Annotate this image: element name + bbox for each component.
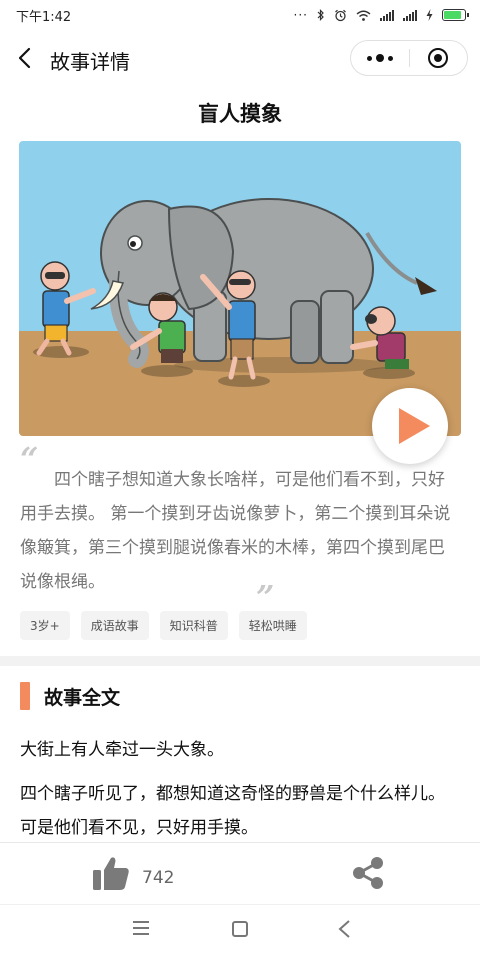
- share-icon: [353, 857, 383, 889]
- tag-age[interactable]: 3岁+: [20, 611, 70, 640]
- page-title: 故事详情: [50, 50, 130, 74]
- play-button[interactable]: [372, 388, 448, 464]
- status-time: 下午1:42: [16, 9, 72, 25]
- system-back-icon[interactable]: [336, 919, 354, 939]
- play-icon: [398, 408, 430, 444]
- story-summary: 四个瞎子想知道大象长啥样，可是他们看不到，只好用手去摸。 第一个摸到牙齿说像萝卜…: [20, 470, 451, 592]
- section-accent-bar: [20, 682, 30, 710]
- fulltext-header: 故事全文: [20, 682, 120, 710]
- like-button[interactable]: 742: [92, 855, 174, 891]
- share-button[interactable]: [350, 855, 386, 895]
- charging-icon: [426, 9, 433, 21]
- dots-icon: ···: [293, 8, 308, 22]
- back-arrow-icon[interactable]: [14, 46, 38, 70]
- menu-icon[interactable]: [133, 921, 149, 935]
- tag-science[interactable]: 知识科普: [159, 611, 228, 640]
- nav-bar: 故事详情: [0, 34, 480, 86]
- like-count: 742: [142, 868, 175, 888]
- alarm-icon: [335, 9, 346, 21]
- signal-icon: [380, 9, 394, 21]
- bottom-action-bar: 742: [0, 842, 480, 904]
- tag-idiom-story[interactable]: 成语故事: [80, 611, 149, 640]
- more-button[interactable]: [351, 41, 409, 75]
- status-bar: 下午1:42 ···: [0, 0, 480, 30]
- tag-list: 3岁+ 成语故事 知识科普 轻松哄睡: [20, 611, 307, 640]
- mini-program-capsule: [350, 40, 468, 76]
- target-circle-icon: [428, 48, 449, 68]
- wifi-icon: [356, 10, 371, 21]
- close-mini-program-button[interactable]: [410, 41, 468, 75]
- status-icons: ···: [293, 8, 469, 22]
- bluetooth-icon: [317, 9, 324, 21]
- tag-sleep[interactable]: 轻松哄睡: [238, 611, 307, 640]
- signal-icon: [403, 9, 417, 21]
- more-dots-icon: [366, 54, 393, 62]
- section-title: 故事全文: [44, 686, 121, 709]
- story-title: 盲人摸象: [198, 102, 282, 126]
- fulltext-paragraph: 大街上有人牵过一头大象。: [20, 740, 224, 760]
- home-icon[interactable]: [232, 921, 248, 937]
- fulltext-paragraph: 四个瞎子听见了，都想知道这奇怪的野兽是个什么样儿。可是他们看不见，只好用手摸。: [20, 784, 445, 838]
- system-nav-bar: [0, 904, 480, 960]
- thumbs-up-icon: [93, 857, 129, 890]
- story-fulltext: 大街上有人牵过一头大象。 四个瞎子听见了，都想知道这奇怪的野兽是个什么样儿。可是…: [20, 733, 460, 855]
- section-divider: [0, 656, 480, 666]
- battery-icon: [442, 9, 469, 21]
